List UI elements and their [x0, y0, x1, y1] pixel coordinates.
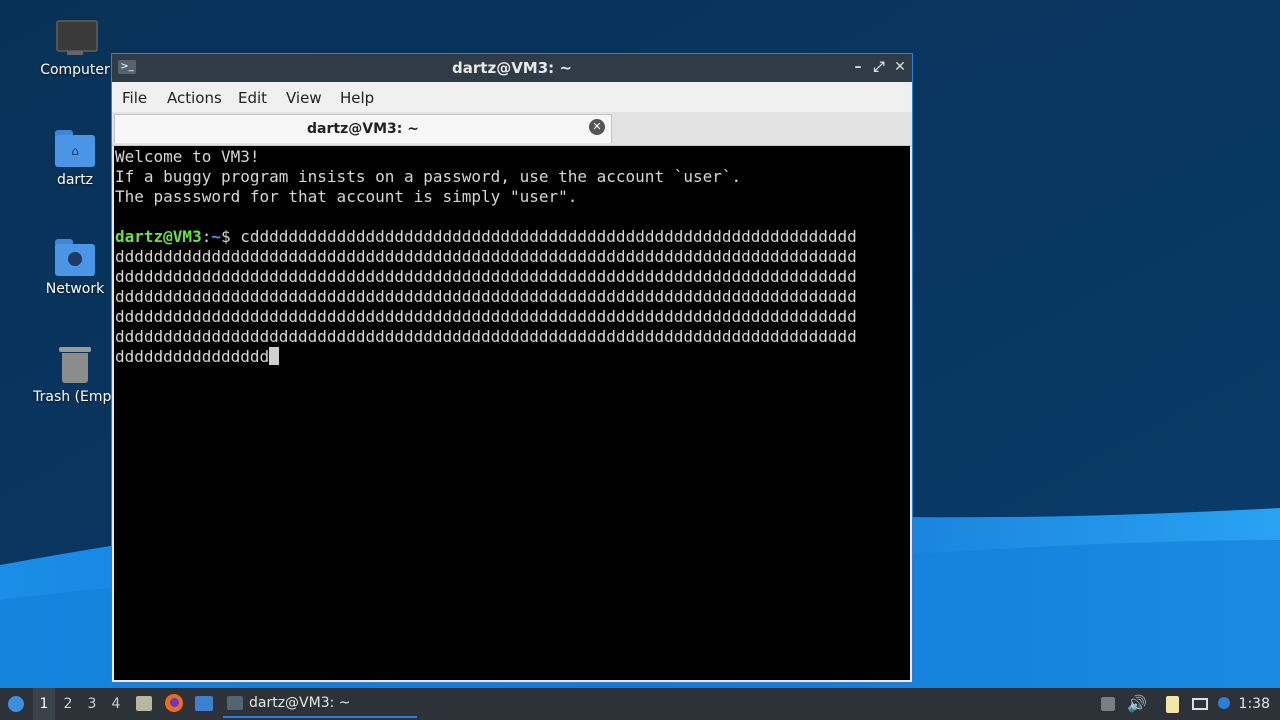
clipboard-icon[interactable]: [1163, 695, 1181, 713]
tab-bar: dartz@VM3: ~ ✕: [112, 112, 912, 146]
terminal-output[interactable]: Welcome to VM3! If a buggy program insis…: [114, 146, 910, 680]
text-cursor: [269, 347, 280, 365]
tab-title: dartz@VM3: ~: [307, 121, 419, 137]
workspace-2[interactable]: 2: [57, 688, 79, 720]
command-line: dddddddddddddddd: [115, 347, 270, 366]
menu-view[interactable]: View: [286, 89, 322, 107]
maximize-button[interactable]: ⤢: [870, 58, 888, 76]
close-button[interactable]: ✕: [891, 58, 909, 76]
command-line: dddddddddddddddddddddddddddddddddddddddd…: [115, 327, 857, 346]
tab-close-icon[interactable]: ✕: [589, 119, 605, 135]
terminal-task-icon: [227, 696, 243, 710]
window-title: dartz@VM3: ~: [452, 59, 572, 77]
desktop-icon-label: Computer: [40, 62, 110, 78]
window-titlebar[interactable]: >_ dartz@VM3: ~ – ⤢ ✕: [112, 54, 912, 82]
workspace-4[interactable]: 4: [105, 688, 127, 720]
desktop-icon-computer[interactable]: Computer: [25, 18, 125, 78]
network-status-icon[interactable]: [1191, 695, 1209, 713]
command-line: dddddddddddddddddddddddddddddddddddddddd…: [115, 247, 857, 266]
menubar: File Actions Edit View Help: [112, 82, 912, 112]
firefox-launcher-icon[interactable]: [163, 688, 185, 720]
desktop-icon-label: Network: [45, 281, 105, 297]
home-folder-icon: ⌂: [53, 128, 97, 168]
taskbar: 1 2 3 4 dartz@VM3: ~ 🔊 1:38: [0, 688, 1280, 720]
terminal-text: Welcome to VM3! If a buggy program insis…: [115, 147, 857, 367]
app-menu-icon[interactable]: [4, 688, 28, 720]
desktop-icon-trash[interactable]: Trash (Empt: [25, 345, 125, 405]
desktop-icon-label: Trash (Empt: [33, 389, 117, 405]
desktop-icon-label: dartz: [56, 172, 94, 188]
notification-icon[interactable]: [1215, 695, 1233, 713]
prompt-separator: :: [201, 227, 212, 246]
prompt-path: ~: [211, 227, 221, 246]
welcome-line: Welcome to VM3!: [115, 147, 260, 166]
network-folder-icon: [53, 237, 97, 277]
show-desktop-icon[interactable]: [193, 688, 215, 720]
prompt-symbol: $: [220, 227, 241, 246]
minimize-button[interactable]: –: [849, 58, 867, 76]
desktop-icon-home[interactable]: ⌂ dartz: [25, 128, 125, 188]
menu-actions[interactable]: Actions: [167, 89, 222, 107]
welcome-line: The passsword for that account is simply…: [115, 187, 578, 206]
tray-up-arrow-icon[interactable]: [1099, 695, 1117, 713]
task-label: dartz@VM3: ~: [249, 695, 351, 711]
tab-terminal[interactable]: dartz@VM3: ~ ✕: [114, 114, 612, 143]
menu-help[interactable]: Help: [340, 89, 374, 107]
command-line: dddddddddddddddddddddddddddddddddddddddd…: [115, 267, 857, 286]
desktop-icon-network[interactable]: Network: [25, 237, 125, 297]
workspace-3[interactable]: 3: [81, 688, 103, 720]
computer-icon: [53, 18, 98, 58]
prompt-user: dartz@VM3: [115, 227, 202, 246]
command-line: dddddddddddddddddddddddddddddddddddddddd…: [115, 287, 857, 306]
menu-file[interactable]: File: [122, 89, 147, 107]
terminal-window: >_ dartz@VM3: ~ – ⤢ ✕ File Actions Edit …: [111, 53, 913, 683]
menu-edit[interactable]: Edit: [238, 89, 267, 107]
taskbar-task-terminal[interactable]: dartz@VM3: ~: [223, 690, 417, 718]
welcome-line: If a buggy program insists on a password…: [115, 167, 742, 186]
clock[interactable]: 1:38: [1239, 696, 1270, 712]
workspace-1[interactable]: 1: [33, 688, 55, 720]
desktop: Computer ⌂ dartz Network Trash (Empt >_ …: [0, 0, 1280, 688]
volume-icon[interactable]: 🔊: [1127, 695, 1147, 713]
command-line: dddddddddddddddddddddddddddddddddddddddd…: [115, 307, 857, 326]
command-line: cddddddddddddddddddddddddddddddddddddddd…: [240, 227, 857, 246]
trash-icon: [53, 345, 97, 385]
file-manager-launcher-icon[interactable]: [133, 688, 155, 720]
